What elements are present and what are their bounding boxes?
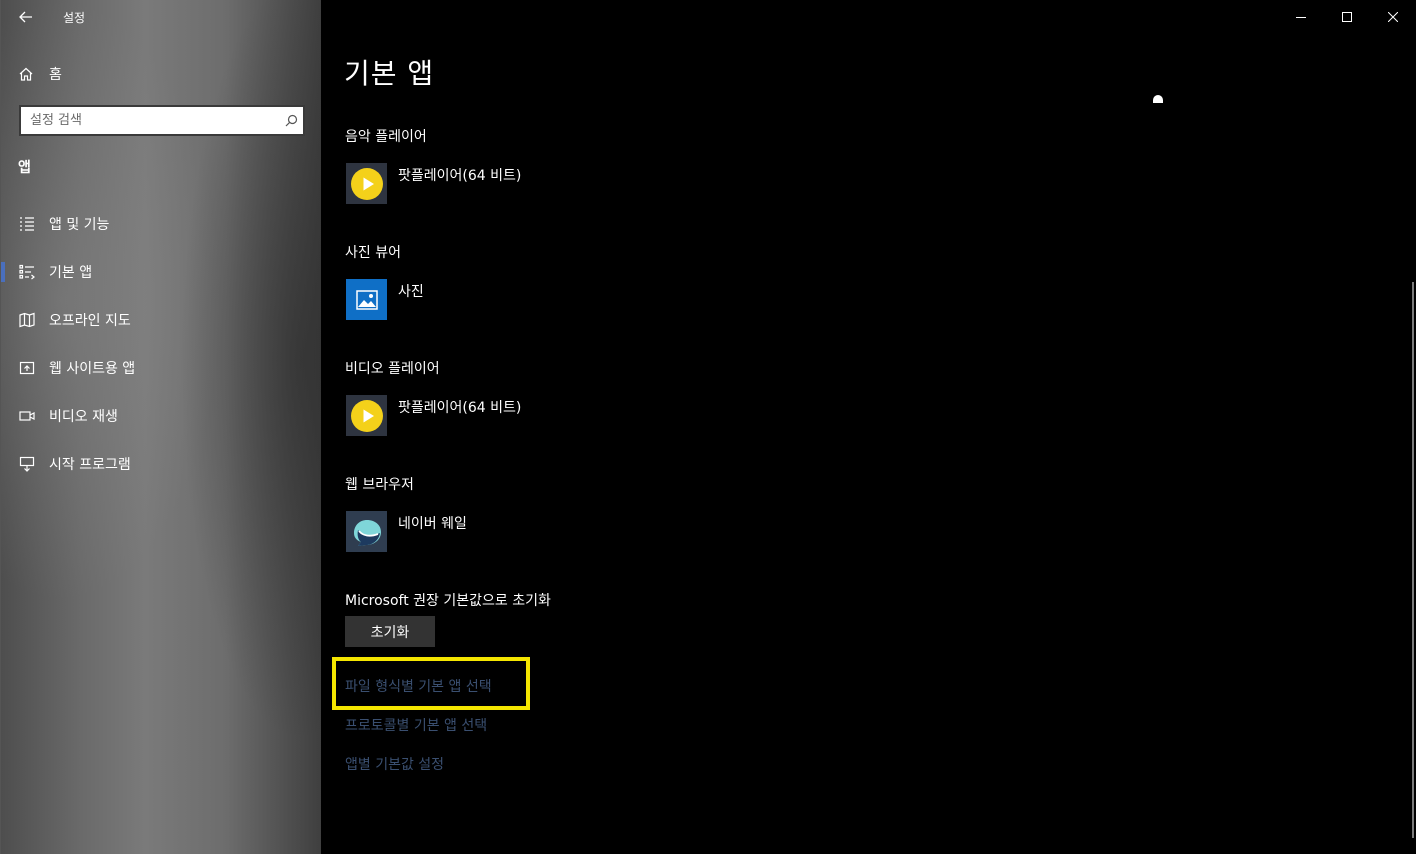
default-apps-icon: [18, 263, 36, 281]
sidebar-item-label: 오프라인 지도: [49, 313, 131, 329]
sidebar-item-offline-maps[interactable]: 오프라인 지도: [1, 296, 322, 344]
video-player-select[interactable]: 팟플레이어(64 비트): [346, 395, 521, 436]
potplayer-icon: [346, 163, 387, 204]
related-settings-text-fragment: [1185, 92, 1275, 102]
close-icon: [1388, 12, 1398, 22]
video-player-app-name: 팟플레이어(64 비트): [398, 400, 522, 416]
home-icon: [17, 65, 35, 83]
maximize-icon: [1342, 12, 1352, 22]
related-settings-icon: [1153, 95, 1163, 103]
choose-default-apps-by-protocol-link[interactable]: 프로토콜별 기본 앱 선택: [345, 715, 487, 735]
sidebar-item-label: 앱 및 기능: [49, 217, 110, 233]
video-player-label: 비디오 플레이어: [345, 361, 440, 377]
video-playback-icon: [18, 407, 36, 425]
offline-maps-icon: [18, 311, 36, 329]
sidebar-item-label: 웹 사이트용 앱: [49, 361, 136, 377]
web-browser-select[interactable]: 네이버 웨일: [346, 511, 467, 552]
home-label: 홈: [49, 67, 62, 83]
startup-icon: [18, 455, 36, 473]
photo-viewer-app-name: 사진: [398, 284, 424, 300]
photo-viewer-label: 사진 뷰어: [345, 245, 401, 261]
page-title: 기본 앱: [344, 57, 435, 90]
naver-whale-icon: [346, 511, 387, 552]
title-bar: 설정: [1, 0, 322, 34]
photos-icon: [346, 279, 387, 320]
sidebar: 설정 홈 앱 앱 및 기능: [0, 0, 321, 854]
sidebar-item-video-playback[interactable]: 비디오 재생: [1, 392, 322, 440]
music-player-select[interactable]: 팟플레이어(64 비트): [346, 163, 521, 204]
home-link[interactable]: 홈: [17, 60, 62, 88]
photo-viewer-select[interactable]: 사진: [346, 279, 424, 320]
highlight-box: [332, 657, 530, 710]
sidebar-item-label: 기본 앱: [49, 265, 93, 281]
scrollbar[interactable]: [1412, 282, 1414, 838]
set-defaults-by-app-link[interactable]: 앱별 기본값 설정: [345, 754, 444, 774]
sidebar-item-apps-features[interactable]: 앱 및 기능: [1, 200, 322, 248]
sidebar-item-default-apps[interactable]: 기본 앱: [1, 248, 322, 296]
potplayer-icon: [346, 395, 387, 436]
back-arrow-icon: [19, 11, 32, 23]
minimize-button[interactable]: [1278, 0, 1324, 34]
main-content: 기본 앱 음악 플레이어 팟플레이어(64 비트) 사진 뷰어 사진 비디오 플…: [321, 0, 1416, 854]
sidebar-item-apps-for-websites[interactable]: 웹 사이트용 앱: [1, 344, 322, 392]
sidebar-item-startup[interactable]: 시작 프로그램: [1, 440, 322, 488]
section-title: 앱: [18, 160, 31, 176]
maximize-button[interactable]: [1324, 0, 1370, 34]
apps-features-icon: [18, 215, 36, 233]
minimize-icon: [1296, 17, 1306, 18]
music-player-label: 음악 플레이어: [345, 129, 427, 145]
search-input[interactable]: [21, 107, 279, 134]
sidebar-item-label: 시작 프로그램: [49, 457, 131, 473]
back-button[interactable]: [1, 0, 51, 34]
sidebar-item-label: 비디오 재생: [49, 409, 118, 425]
search-icon[interactable]: [279, 114, 303, 127]
reset-button[interactable]: 초기화: [345, 616, 435, 647]
sidebar-nav: 앱 및 기능 기본 앱 오프라인 지도 웹 사이트용 앱 비디오 재생 시작 프…: [1, 200, 322, 488]
web-browser-app-name: 네이버 웨일: [398, 516, 467, 532]
music-player-app-name: 팟플레이어(64 비트): [398, 168, 522, 184]
apps-for-websites-icon: [18, 359, 36, 377]
close-button[interactable]: [1370, 0, 1416, 34]
app-title: 설정: [63, 10, 86, 25]
window-controls: [1278, 0, 1416, 34]
reset-description: Microsoft 권장 기본값으로 초기화: [345, 593, 551, 609]
web-browser-label: 웹 브라우저: [345, 477, 414, 493]
search-box[interactable]: [19, 105, 305, 136]
